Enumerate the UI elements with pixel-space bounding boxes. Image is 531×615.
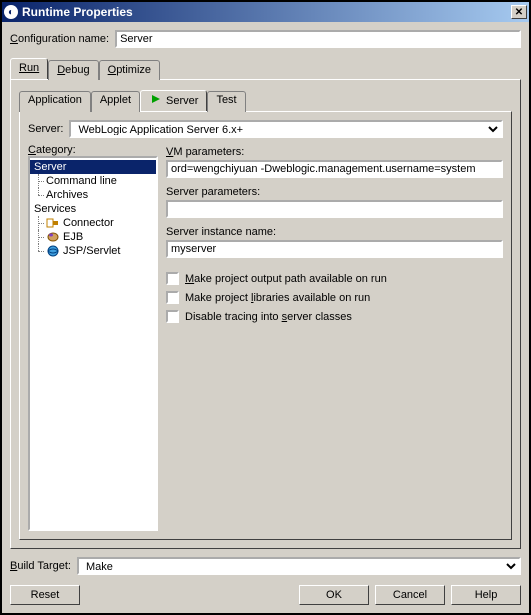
- chk-output-path[interactable]: [166, 272, 179, 285]
- chk-libraries[interactable]: [166, 291, 179, 304]
- connector-icon: [46, 217, 60, 229]
- run-panel: Application Applet Server Test Server: W…: [10, 79, 521, 549]
- tree-item-server[interactable]: Server: [30, 160, 156, 174]
- app-icon: ◐: [4, 5, 18, 19]
- ejb-icon: [46, 231, 60, 243]
- config-name-label: Configuration name:: [10, 33, 109, 45]
- category-label: Category:: [28, 144, 158, 156]
- play-icon: [149, 93, 163, 105]
- server-select[interactable]: WebLogic Application Server 6.x+: [69, 120, 503, 138]
- inner-tabs: Application Applet Server Test: [19, 90, 512, 111]
- help-button[interactable]: Help: [451, 585, 521, 605]
- chk-disable-tracing-label: Disable tracing into server classes: [185, 311, 352, 323]
- vm-params-label: VM parameters:: [166, 146, 503, 158]
- close-button[interactable]: ✕: [511, 5, 527, 19]
- tab-applet[interactable]: Applet: [91, 91, 140, 112]
- server-params-input[interactable]: [166, 200, 503, 218]
- server-params-label: Server parameters:: [166, 186, 503, 198]
- config-name-input[interactable]: [115, 30, 521, 48]
- tab-application[interactable]: Application: [19, 91, 91, 112]
- chk-output-path-label: Make project output path available on ru…: [185, 273, 387, 285]
- server-panel: Server: WebLogic Application Server 6.x+…: [19, 111, 512, 540]
- category-tree[interactable]: Server Command line Archives Services Co…: [28, 156, 158, 531]
- window-title: Runtime Properties: [22, 5, 511, 19]
- tree-item-ejb[interactable]: EJB: [30, 230, 156, 244]
- tree-item-services[interactable]: Services: [30, 202, 156, 216]
- tree-item-archives[interactable]: Archives: [30, 188, 156, 202]
- build-target-label: Build Target:: [10, 560, 71, 572]
- tab-run[interactable]: Run: [10, 58, 48, 79]
- runtime-properties-dialog: ◐ Runtime Properties ✕ Configuration nam…: [0, 0, 531, 615]
- tab-test[interactable]: Test: [207, 91, 245, 112]
- tab-optimize[interactable]: Optimize: [99, 60, 160, 80]
- instance-name-label: Server instance name:: [166, 226, 503, 238]
- reset-button[interactable]: Reset: [10, 585, 80, 605]
- jsp-icon: [46, 245, 60, 257]
- main-tabs: Run Debug Optimize: [10, 58, 521, 79]
- ok-button[interactable]: OK: [299, 585, 369, 605]
- tree-item-connector[interactable]: Connector: [30, 216, 156, 230]
- build-target-select[interactable]: Make: [77, 557, 521, 575]
- vm-params-input[interactable]: [166, 160, 503, 178]
- tab-debug[interactable]: Debug: [48, 60, 98, 80]
- tab-server[interactable]: Server: [140, 90, 207, 111]
- tree-item-jsp[interactable]: JSP/Servlet: [30, 244, 156, 258]
- chk-libraries-label: Make project libraries available on run: [185, 292, 370, 304]
- instance-name-input[interactable]: [166, 240, 503, 258]
- cancel-button[interactable]: Cancel: [375, 585, 445, 605]
- server-label: Server:: [28, 123, 63, 135]
- titlebar[interactable]: ◐ Runtime Properties ✕: [2, 2, 529, 22]
- tree-item-command-line[interactable]: Command line: [30, 174, 156, 188]
- chk-disable-tracing[interactable]: [166, 310, 179, 323]
